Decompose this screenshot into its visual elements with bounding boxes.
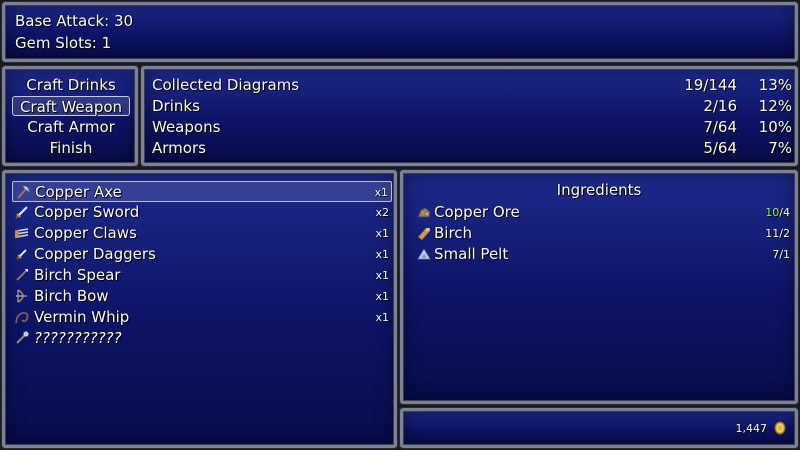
item-quantity: x1: [375, 311, 389, 324]
command-craft-drinks[interactable]: Craft Drinks: [12, 75, 130, 95]
item-name: ???????????: [34, 329, 122, 347]
bow-icon: [16, 289, 27, 303]
list-item[interactable]: Copper Daggers x1: [12, 244, 392, 265]
craft-command-window: Craft Drinks Craft Weapon Craft Armor Fi…: [1, 65, 139, 167]
claws-icon: [15, 228, 29, 238]
item-quantity: x1: [375, 290, 389, 303]
command-finish[interactable]: Finish: [12, 138, 130, 158]
progress-row-drinks: Drinks 2/16 12%: [152, 96, 792, 117]
base-attack-stat: Base Attack: 30: [15, 12, 134, 30]
progress-label: Weapons: [152, 118, 221, 136]
ingredient-need: /2: [779, 227, 790, 240]
progress-percent: 12%: [758, 97, 792, 115]
ingredients-window: Ingredients Copper Ore 10/4 Birch 11/2 S…: [399, 169, 799, 405]
list-item[interactable]: Copper Sword x2: [12, 202, 392, 223]
progress-label: Drinks: [152, 97, 200, 115]
progress-label: Armors: [152, 139, 206, 157]
ingredient-need: /4: [779, 206, 790, 219]
ingredient-have: 10: [765, 206, 780, 219]
ingredient-row: Birch 11/2: [414, 223, 790, 244]
list-item[interactable]: Vermin Whip x1: [12, 307, 392, 328]
list-item[interactable]: Birch Spear x1: [12, 265, 392, 286]
ingredient-have: 11: [765, 227, 780, 240]
progress-count: 7/64: [703, 118, 737, 136]
item-quantity: x1: [374, 186, 388, 199]
ingredient-need: /1: [779, 248, 790, 261]
ingredient-name: Copper Ore: [434, 203, 520, 221]
progress-row-diagrams: Collected Diagrams 19/144 13%: [152, 75, 792, 96]
progress-percent: 13%: [758, 76, 792, 94]
ingredient-name: Birch: [434, 224, 473, 242]
item-quantity: x2: [375, 206, 389, 219]
axe-icon: [17, 185, 30, 199]
item-name: Copper Axe: [35, 183, 122, 201]
ingredient-row: Small Pelt 7/1: [414, 244, 790, 265]
progress-count: 2/16: [703, 97, 737, 115]
gold-amount: 1,447: [735, 422, 768, 435]
progress-percent: 7%: [768, 139, 792, 157]
item-name: Copper Daggers: [34, 245, 156, 263]
list-item[interactable]: Copper Claws x1: [12, 223, 392, 244]
sword-icon: [15, 206, 28, 219]
list-item[interactable]: ???????????: [12, 328, 392, 349]
wood-log-icon: [417, 227, 431, 241]
ingredients-title: Ingredients: [556, 181, 642, 199]
pelt-icon: [417, 248, 431, 260]
progress-percent: 10%: [758, 118, 792, 136]
unknown-weapon-icon: [16, 331, 29, 344]
item-name: Birch Spear: [34, 266, 121, 284]
progress-label: Collected Diagrams: [152, 76, 300, 94]
item-name: Copper Claws: [34, 224, 137, 242]
progress-count: 5/64: [703, 139, 737, 157]
gold-window: 1,447: [399, 407, 799, 449]
progress-row-weapons: Weapons 7/64 10%: [152, 117, 792, 138]
item-name: Copper Sword: [34, 203, 140, 221]
diagram-progress-window: Collected Diagrams 19/144 13% Drinks 2/1…: [140, 65, 799, 167]
item-quantity: x1: [375, 248, 389, 261]
item-quantity: x1: [375, 269, 389, 282]
list-item[interactable]: Copper Axe x1: [12, 181, 392, 202]
progress-row-armors: Armors 5/64 7%: [152, 138, 792, 159]
stats-window: Base Attack: 30 Gem Slots: 1: [1, 1, 799, 63]
ingredient-row: Copper Ore 10/4: [414, 202, 790, 223]
ingredient-quantity: 7/1: [772, 244, 790, 265]
command-craft-weapon[interactable]: Craft Weapon: [12, 96, 130, 116]
command-craft-armor[interactable]: Craft Armor: [12, 117, 130, 137]
gem-slots-stat: Gem Slots: 1: [15, 34, 112, 52]
item-name: Birch Bow: [34, 287, 109, 305]
ingredient-name: Small Pelt: [434, 245, 509, 263]
weapon-recipe-list[interactable]: Copper Axe x1 Copper Sword x2 Copper Cla…: [1, 169, 398, 449]
list-item[interactable]: Birch Bow x1: [12, 286, 392, 307]
whip-icon: [15, 312, 29, 324]
item-name: Vermin Whip: [34, 308, 130, 326]
ingredient-quantity: 11/2: [765, 223, 790, 244]
gold-coin-icon: [774, 421, 786, 435]
ore-icon: [417, 207, 431, 218]
progress-count: 19/144: [684, 76, 737, 94]
dagger-icon: [16, 249, 27, 260]
item-quantity: x1: [375, 227, 389, 240]
spear-icon: [16, 269, 28, 281]
ingredient-quantity: 10/4: [765, 202, 790, 223]
